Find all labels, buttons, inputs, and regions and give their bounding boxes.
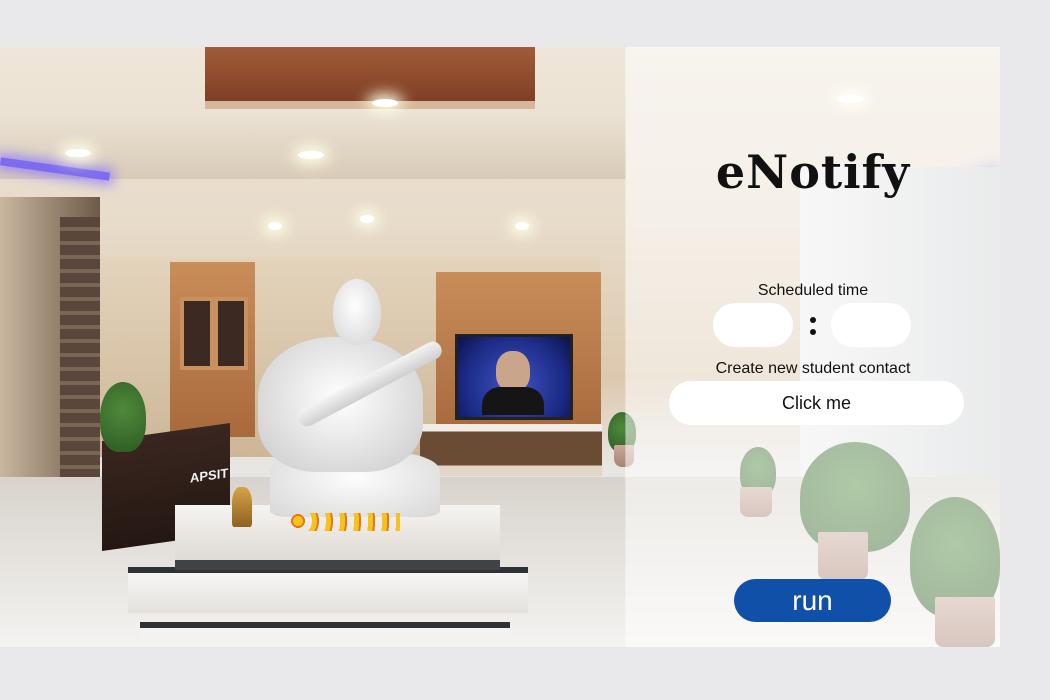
signage-text: APSIT [190, 465, 229, 486]
ceiling-light [360, 215, 374, 223]
control-panel: eNotify Scheduled time Create new studen… [626, 47, 1000, 647]
pedestal-low [140, 622, 510, 647]
ceiling-wood-panel [205, 47, 535, 109]
statue-head [333, 279, 381, 345]
create-contact-label: Create new student contact [715, 360, 911, 377]
ceiling [0, 109, 626, 179]
tv-screen [455, 334, 573, 420]
pedestal-mid [128, 567, 528, 613]
plant [100, 382, 146, 452]
run-button[interactable]: run [734, 579, 891, 622]
flower-offering [290, 513, 400, 531]
ceiling-light [515, 222, 529, 230]
portrait-suit [482, 387, 544, 415]
create-contact-button[interactable]: Click me [669, 381, 964, 425]
app-title: eNotify [715, 145, 911, 199]
ceiling-light [298, 151, 324, 159]
portrait-face [496, 351, 530, 391]
ceiling-light [65, 149, 91, 157]
ceiling-light [372, 99, 398, 107]
door [180, 297, 214, 370]
time-separator [808, 311, 818, 335]
door [214, 297, 248, 370]
hour-input[interactable] [713, 303, 793, 347]
app-card: APSIT eNotify Scheduled time Create new … [0, 47, 1000, 647]
wall-stripes [60, 217, 100, 517]
minute-input[interactable] [831, 303, 911, 347]
reception-counter [420, 424, 602, 476]
oil-lamp [232, 487, 252, 527]
ceiling-light [268, 222, 282, 230]
scheduled-time-label: Scheduled time [757, 282, 869, 299]
